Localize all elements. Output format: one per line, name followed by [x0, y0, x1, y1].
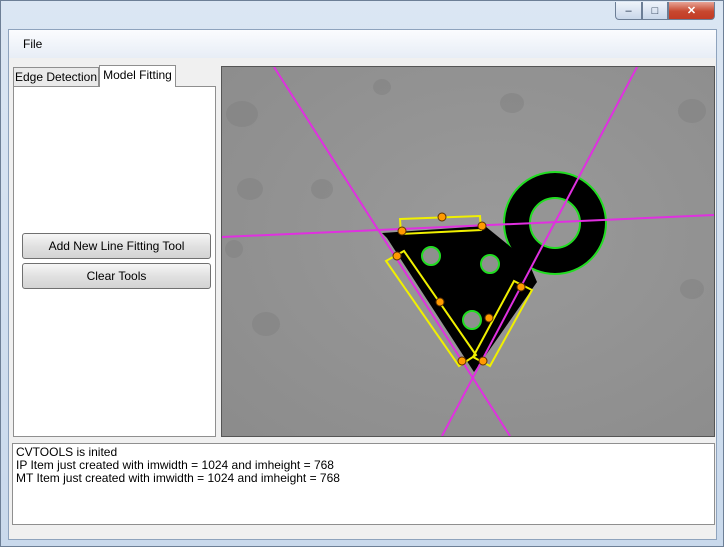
menu-file[interactable]: File [23, 37, 42, 51]
maximize-button[interactable]: □ [642, 2, 668, 20]
add-line-fitting-tool-button[interactable]: Add New Line Fitting Tool [22, 233, 211, 259]
log-output[interactable]: CVTOOLS is inited IP Item just created w… [12, 443, 715, 525]
minimize-icon: ‒ [625, 4, 632, 17]
close-icon: ✕ [686, 5, 697, 17]
image-view[interactable] [221, 66, 715, 437]
tab-edge-detection[interactable]: Edge Detection [13, 67, 99, 86]
title-bar[interactable]: ‒ □ ✕ [1, 1, 723, 29]
close-button[interactable]: ✕ [668, 2, 715, 20]
menu-bar: File [9, 30, 716, 58]
client-area: File Edge Detection Model Fitting Add Ne… [8, 29, 717, 540]
minimize-button[interactable]: ‒ [615, 2, 642, 20]
clear-tools-button[interactable]: Clear Tools [22, 263, 211, 289]
maximize-icon: □ [651, 4, 659, 17]
app-window: ‒ □ ✕ File Edge Detection Model Fitting … [0, 0, 724, 547]
log-line: MT Item just created with imwidth = 1024… [16, 471, 340, 485]
tab-model-fitting[interactable]: Model Fitting [99, 65, 176, 87]
model-fitting-panel: Add New Line Fitting Tool Clear Tools [13, 86, 216, 437]
image-canvas[interactable] [222, 67, 714, 436]
